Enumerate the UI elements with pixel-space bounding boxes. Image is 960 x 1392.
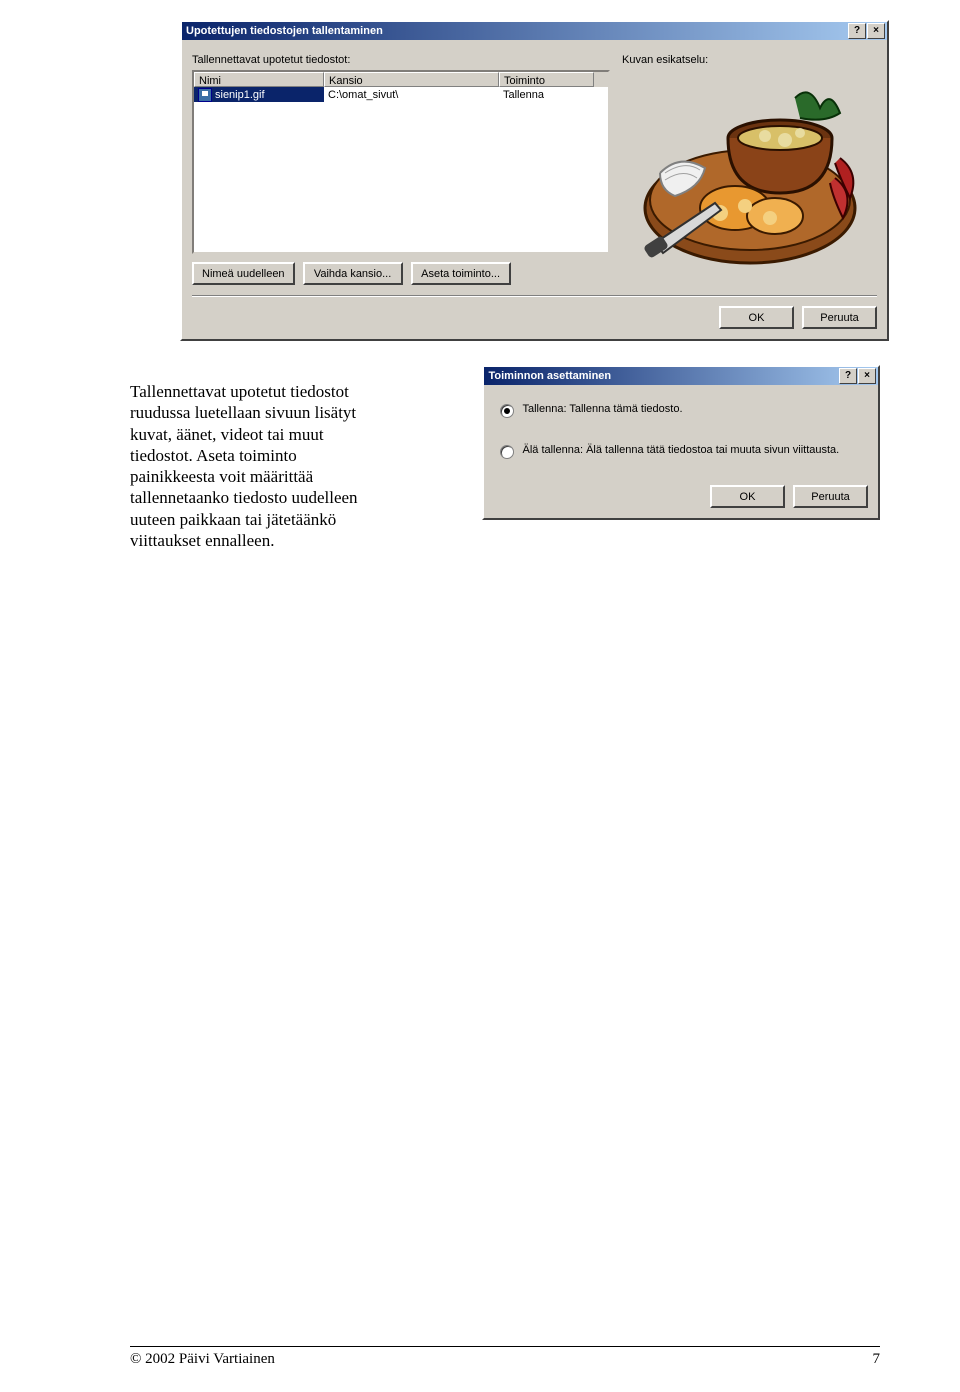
radio-option-dont-save[interactable]: Älä tallenna: Älä tallenna tätä tiedosto…: [500, 444, 868, 459]
radio-label: Älä tallenna: Älä tallenna tätä tiedosto…: [522, 444, 839, 456]
preview-box: [622, 70, 877, 285]
titlebar[interactable]: Upotettujen tiedostojen tallentaminen ? …: [182, 22, 887, 40]
page-footer: © 2002 Päivi Vartiainen 7: [130, 1346, 880, 1368]
col-name[interactable]: Nimi: [194, 72, 324, 87]
list-header: Nimi Kansio Toiminto: [194, 72, 608, 87]
preview-image: [635, 78, 865, 278]
close-button[interactable]: ×: [867, 23, 885, 39]
change-folder-button[interactable]: Vaihda kansio...: [303, 262, 403, 285]
file-list[interactable]: Nimi Kansio Toiminto sienip1.gif C:\omat…: [192, 70, 610, 254]
dialog-save-embedded-files: Upotettujen tiedostojen tallentaminen ? …: [180, 20, 889, 341]
cancel-button[interactable]: Peruuta: [793, 485, 868, 508]
label-preview: Kuvan esikatselu:: [622, 54, 877, 66]
file-icon: [198, 88, 212, 102]
dialog-set-action: Toiminnon asettaminen ? × Tallenna: Tall…: [482, 365, 880, 520]
col-folder[interactable]: Kansio: [324, 72, 499, 87]
ok-button[interactable]: OK: [710, 485, 785, 508]
help-button[interactable]: ?: [839, 368, 857, 384]
cell-action: Tallenna: [499, 87, 594, 102]
cancel-button[interactable]: Peruuta: [802, 306, 877, 329]
rename-button[interactable]: Nimeä uudelleen: [192, 262, 295, 285]
footer-page-number: 7: [873, 1351, 881, 1368]
radio-label: Tallenna: Tallenna tämä tiedosto.: [522, 403, 682, 415]
radio-icon: [500, 445, 514, 459]
cell-name: sienip1.gif: [194, 87, 324, 102]
title-text: Upotettujen tiedostojen tallentaminen: [186, 22, 848, 40]
set-action-button[interactable]: Aseta toiminto...: [411, 262, 511, 285]
col-action[interactable]: Toiminto: [499, 72, 594, 87]
footer-copyright: © 2002 Päivi Vartiainen: [130, 1351, 275, 1368]
doc-paragraph: Tallennettavat upotetut tiedostot ruudus…: [130, 381, 464, 551]
titlebar[interactable]: Toiminnon asettaminen ? ×: [484, 367, 878, 385]
table-row[interactable]: sienip1.gif C:\omat_sivut\ Tallenna: [194, 87, 608, 102]
radio-icon: [500, 404, 514, 418]
radio-option-save[interactable]: Tallenna: Tallenna tämä tiedosto.: [500, 403, 868, 418]
ok-button[interactable]: OK: [719, 306, 794, 329]
label-files: Tallennettavat upotetut tiedostot:: [192, 54, 610, 66]
cell-folder: C:\omat_sivut\: [324, 87, 499, 102]
title-text: Toiminnon asettaminen: [488, 367, 839, 385]
close-button[interactable]: ×: [858, 368, 876, 384]
help-button[interactable]: ?: [848, 23, 866, 39]
